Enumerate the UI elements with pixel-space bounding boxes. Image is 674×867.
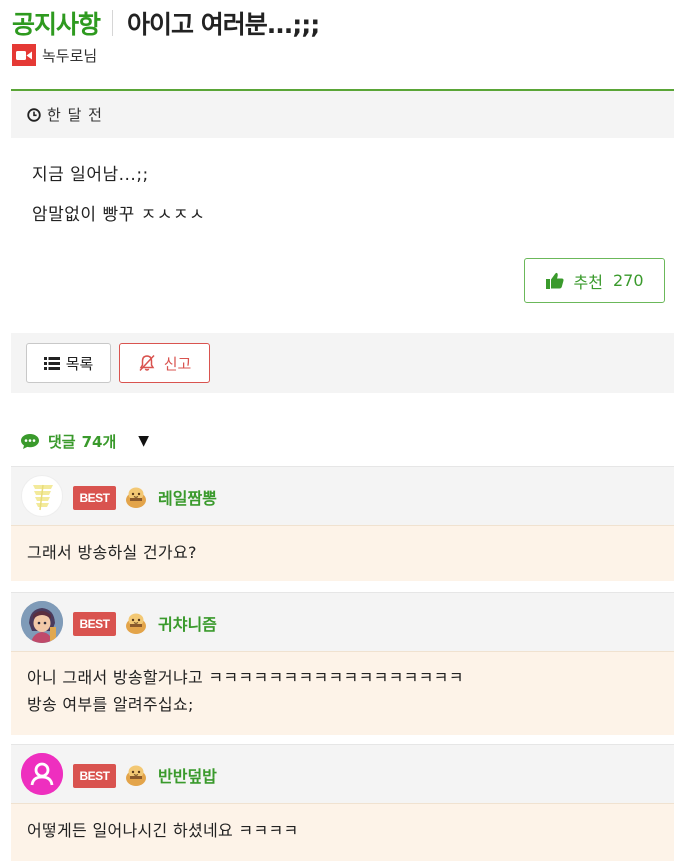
list-button-label: 목록 — [65, 354, 94, 373]
comment-nickname[interactable]: 반반덮밥 — [158, 763, 217, 787]
clock-icon — [27, 107, 41, 122]
post-content: 지금 일어남...;; 암말없이 빵꾸 ㅈㅅㅈㅅ — [11, 138, 674, 333]
comments-label: 댓글 — [48, 432, 76, 451]
level-badge-icon — [123, 484, 149, 510]
report-button[interactable]: 신고 — [119, 343, 210, 383]
report-button-label: 신고 — [163, 354, 192, 373]
thumbs-up-icon — [545, 272, 564, 289]
level-badge-icon — [123, 610, 149, 636]
comment-nickname[interactable]: 레일짬뽕 — [158, 485, 217, 509]
speech-bubble-icon — [20, 433, 40, 450]
post-text-line: 지금 일어남...;; — [32, 165, 149, 185]
avatar[interactable] — [21, 753, 63, 795]
comment-text-line: 그래서 방송하실 건가요? — [27, 543, 197, 562]
list-icon — [43, 356, 60, 370]
comment-text-line: 방송 여부를 알려주십쇼; — [27, 695, 194, 714]
comment-text-line: 아니 그래서 방송할거냐고 ㅋㅋㅋㅋㅋㅋㅋㅋㅋㅋㅋㅋㅋㅋㅋㅋㅋ — [27, 668, 464, 687]
comment-header: BEST 레일짬뽕 — [11, 466, 674, 525]
post-title: 아이고 여러분...;;; — [127, 10, 320, 39]
author-name[interactable]: 녹두로님 — [42, 45, 97, 66]
recommend-button[interactable]: 추천 270 — [524, 258, 665, 303]
best-badge: BEST — [73, 486, 116, 510]
author-row: 녹두로님 — [12, 44, 97, 66]
comment-nickname[interactable]: 귀챠니즘 — [158, 611, 217, 635]
post-title-row: 공지사항 아이고 여러분...;;; — [12, 5, 320, 41]
post-meta-bar: 한 달 전 — [11, 91, 674, 138]
comments-header: 댓글 74개 ▼ — [20, 428, 149, 454]
video-camera-icon — [12, 44, 36, 66]
bell-slash-icon — [138, 354, 156, 372]
comment-body: 그래서 방송하실 건가요? — [11, 525, 674, 581]
board-name[interactable]: 공지사항 — [12, 5, 101, 41]
best-badge: BEST — [73, 764, 116, 788]
post-time: 한 달 전 — [47, 106, 103, 124]
comment-body: 아니 그래서 방송할거냐고 ㅋㅋㅋㅋㅋㅋㅋㅋㅋㅋㅋㅋㅋㅋㅋㅋㅋ 방송 여부를 알… — [11, 651, 674, 735]
title-divider — [112, 10, 114, 36]
comments-toggle-button[interactable]: ▼ — [138, 433, 149, 449]
comment-body: 어떻게든 일어나시긴 하셨네요 ㅋㅋㅋㅋ — [11, 803, 674, 861]
list-button[interactable]: 목록 — [26, 343, 111, 383]
comment-header: BEST 귀챠니즘 — [11, 592, 674, 651]
recommend-count: 270 — [612, 271, 644, 290]
comments-count: 74개 — [81, 432, 117, 451]
level-badge-icon — [123, 762, 149, 788]
recommend-label: 추천 — [573, 272, 603, 292]
comment-header: BEST 반반덮밥 — [11, 744, 674, 803]
comment-text-line: 어떻게든 일어나시긴 하셨네요 ㅋㅋㅋㅋ — [27, 821, 299, 840]
avatar[interactable] — [21, 475, 63, 517]
best-badge: BEST — [73, 612, 116, 636]
avatar[interactable] — [21, 601, 63, 643]
post-text-line: 암말없이 빵꾸 ㅈㅅㅈㅅ — [32, 205, 206, 225]
